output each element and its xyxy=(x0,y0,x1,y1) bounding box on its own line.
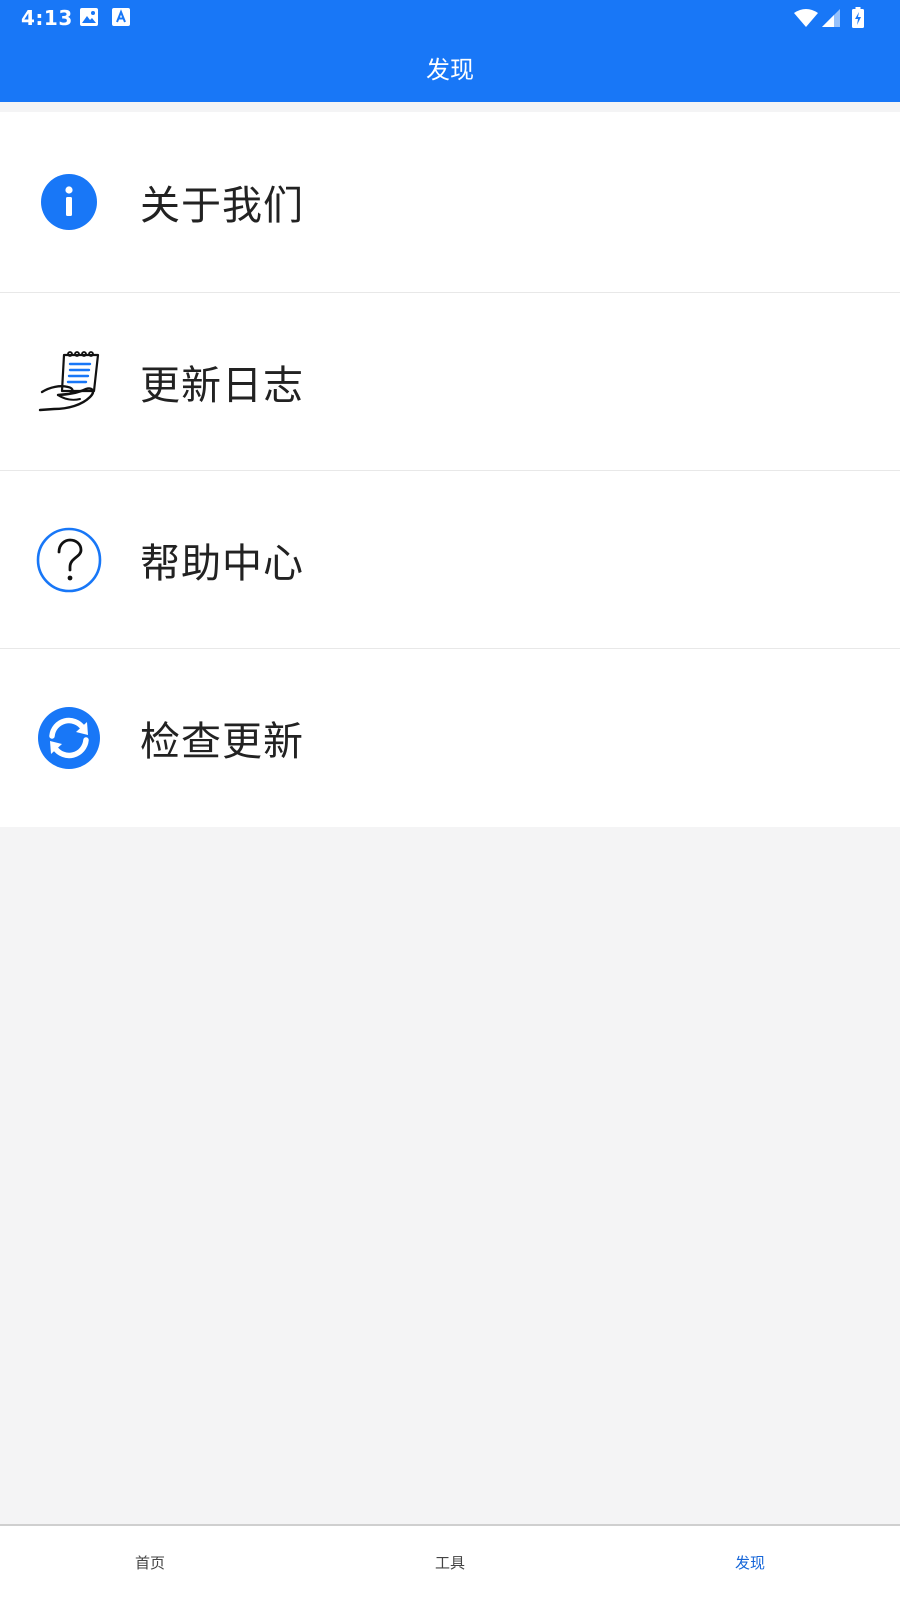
status-bar: 4:13 xyxy=(0,0,900,36)
page-title: 发现 xyxy=(426,56,474,84)
menu-item-changelog[interactable]: 更新日志 xyxy=(0,293,900,471)
image-notification-icon xyxy=(80,8,98,30)
signal-icon xyxy=(822,9,840,31)
app-header: 4:13 发现 xyxy=(0,0,900,102)
wifi-icon xyxy=(794,9,818,31)
menu-item-label: 检查更新 xyxy=(140,719,304,765)
nav-tab-home[interactable]: 首页 xyxy=(0,1526,300,1600)
bottom-navigation: 首页 工具 发现 xyxy=(0,1524,900,1600)
changelog-icon xyxy=(34,347,104,417)
status-time: 4:13 xyxy=(21,6,73,30)
refresh-icon xyxy=(34,703,104,773)
menu-item-about-us[interactable]: 关于我们 xyxy=(0,112,900,293)
font-notification-icon xyxy=(112,8,130,30)
nav-tab-discover[interactable]: 发现 xyxy=(600,1526,900,1600)
menu-item-label: 关于我们 xyxy=(140,183,304,229)
menu-item-label: 更新日志 xyxy=(140,362,304,409)
nav-tab-tools[interactable]: 工具 xyxy=(300,1526,600,1600)
help-icon xyxy=(34,525,104,595)
battery-charging-icon xyxy=(852,7,864,32)
menu-item-check-update[interactable]: 检查更新 xyxy=(0,649,900,827)
info-icon xyxy=(34,167,104,237)
discover-menu: 关于我们 更新日志 帮助中心 检查更新 xyxy=(0,112,900,827)
menu-item-help-center[interactable]: 帮助中心 xyxy=(0,471,900,649)
menu-item-label: 帮助中心 xyxy=(140,540,304,587)
